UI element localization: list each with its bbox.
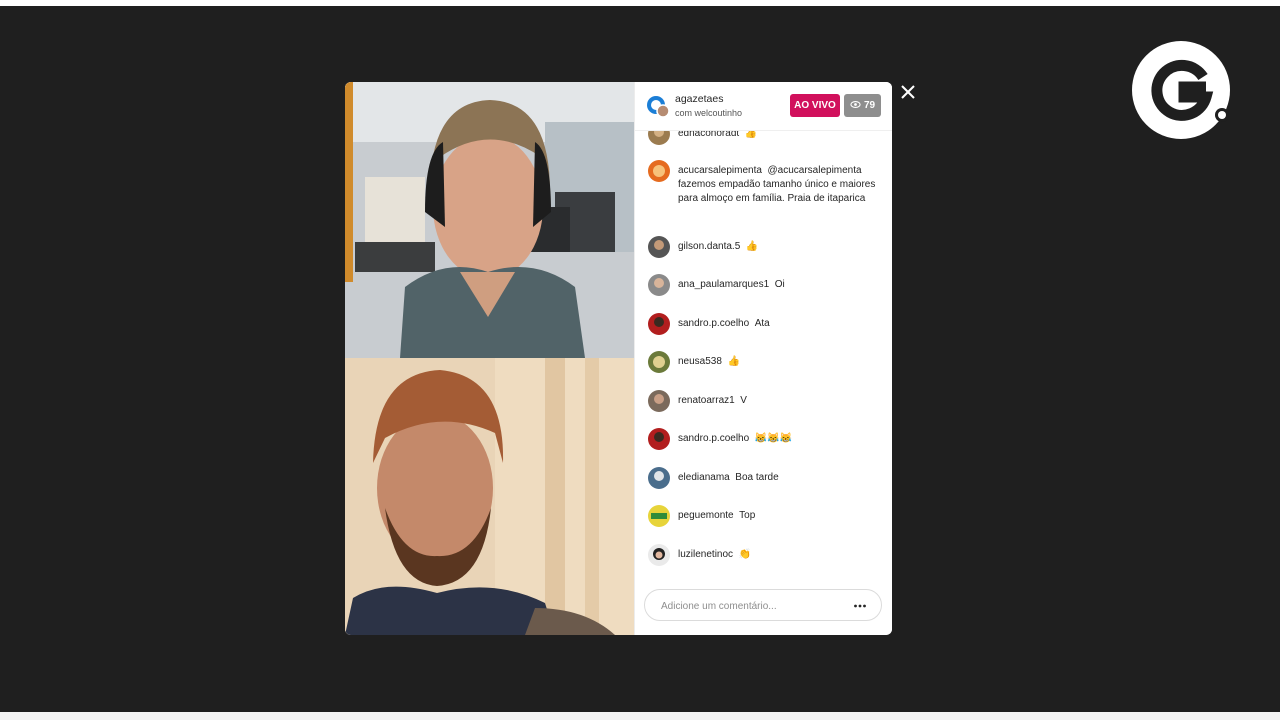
user-avatar[interactable] bbox=[648, 130, 670, 145]
more-horizontal-icon[interactable] bbox=[853, 599, 867, 611]
user-avatar[interactable] bbox=[648, 544, 670, 566]
user-avatar[interactable] bbox=[648, 351, 670, 373]
user-avatar[interactable] bbox=[648, 390, 670, 412]
user-avatar[interactable] bbox=[648, 160, 670, 182]
host-username[interactable]: agazetaes bbox=[675, 93, 723, 105]
user-avatar[interactable] bbox=[648, 467, 670, 489]
brand-logo-icon bbox=[1132, 41, 1232, 141]
chat-header: agazetaes com welcoutinho AO VIVO 79 bbox=[635, 82, 892, 131]
comment-message: 😹😹😹 bbox=[754, 433, 793, 444]
user-avatar[interactable] bbox=[648, 505, 670, 527]
comment-username[interactable]: eledianama bbox=[678, 472, 730, 483]
comment-username[interactable]: sandro.p.coelho bbox=[678, 433, 749, 444]
comment-username[interactable]: peguemonte bbox=[678, 510, 734, 521]
host-with-label[interactable]: com welcoutinho bbox=[675, 108, 742, 118]
comment-username[interactable]: ana_paulamarques1 bbox=[678, 279, 769, 290]
bottom-strip bbox=[0, 712, 1280, 720]
comments-list[interactable]: ednaconoradt 👍 acucarsalepimenta @acucar… bbox=[635, 130, 892, 576]
comment-message: 👍 bbox=[745, 241, 759, 252]
comment-username[interactable]: neusa538 bbox=[678, 356, 722, 367]
comment-message: 👍 bbox=[727, 356, 740, 367]
eye-icon bbox=[850, 99, 861, 113]
comment-input-bar bbox=[644, 589, 882, 621]
comment-username[interactable]: acucarsalepimenta bbox=[678, 165, 762, 176]
chat-pane: agazetaes com welcoutinho AO VIVO 79 edn… bbox=[634, 82, 892, 635]
comment-username[interactable]: renatoarraz1 bbox=[678, 395, 735, 406]
comment-username[interactable]: sandro.p.coelho bbox=[678, 318, 749, 329]
viewer-count: 79 bbox=[863, 100, 876, 111]
comment-message: Ata bbox=[754, 318, 770, 329]
comment-message: Boa tarde bbox=[735, 472, 779, 483]
comment-message: Oi bbox=[774, 279, 785, 290]
close-icon[interactable] bbox=[898, 82, 918, 102]
comment-message: 👍 bbox=[744, 130, 758, 139]
comment-message: Top bbox=[739, 510, 756, 521]
comment-message: 👏 bbox=[738, 549, 752, 560]
live-modal: agazetaes com welcoutinho AO VIVO 79 edn… bbox=[345, 82, 892, 635]
user-avatar[interactable] bbox=[648, 236, 670, 258]
user-avatar[interactable] bbox=[648, 274, 670, 296]
comment-username[interactable]: ednaconoradt bbox=[678, 130, 739, 139]
user-avatar[interactable] bbox=[648, 313, 670, 335]
host-avatar[interactable] bbox=[646, 94, 670, 118]
comment-username[interactable]: gilson.danta.5 bbox=[678, 241, 740, 252]
guest-video bbox=[345, 358, 634, 635]
comment-input[interactable] bbox=[659, 597, 843, 615]
viewer-count-badge: 79 bbox=[844, 94, 881, 117]
comment-username[interactable]: luzilenetinoc bbox=[678, 549, 733, 560]
video-pane bbox=[345, 82, 634, 635]
user-avatar[interactable] bbox=[648, 428, 670, 450]
host-video bbox=[345, 82, 634, 358]
live-badge: AO VIVO bbox=[790, 94, 840, 117]
comment-message: V bbox=[740, 395, 747, 406]
